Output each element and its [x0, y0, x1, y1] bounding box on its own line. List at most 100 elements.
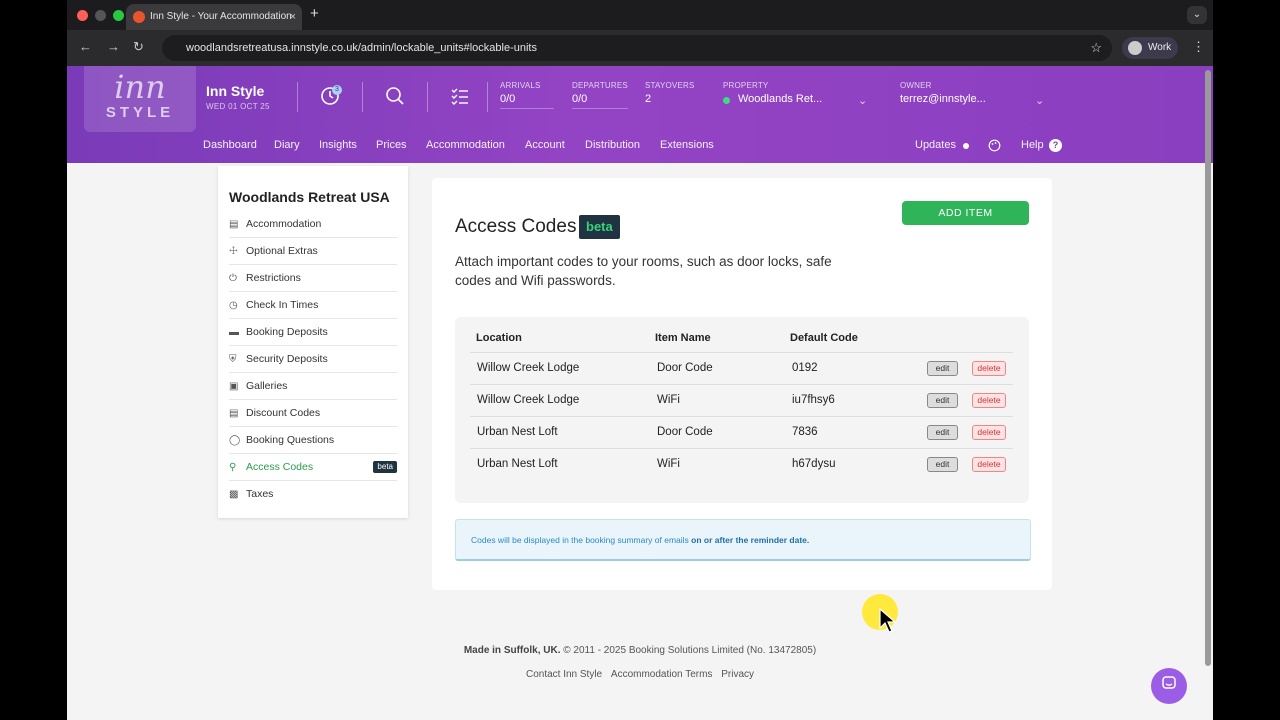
edit-button[interactable]: edit: [927, 361, 958, 376]
bookmark-star-icon[interactable]: ☆: [1090, 35, 1102, 61]
sidebar-item-booking-deposits[interactable]: ▬ Booking Deposits: [229, 319, 397, 346]
divider: [297, 82, 298, 112]
cell-item-name: Door Code: [657, 426, 713, 438]
stayovers-stat[interactable]: STAYOVERS 2: [645, 81, 701, 108]
departures-label: DEPARTURES: [572, 81, 628, 90]
edit-button[interactable]: edit: [927, 393, 958, 408]
sidebar-item-booking-questions[interactable]: ◯ Booking Questions: [229, 427, 397, 454]
nav-dashboard[interactable]: Dashboard: [203, 139, 257, 151]
settings-sidebar: Woodlands Retreat USA ▤ Accommodation ☩ …: [218, 166, 408, 518]
delete-button[interactable]: delete: [972, 457, 1006, 472]
page-title: Access Codes: [455, 216, 577, 237]
access-codes-table: Location Item Name Default Code Willow C…: [455, 317, 1029, 503]
nav-accommodation[interactable]: Accommodation: [426, 139, 505, 151]
delete-button[interactable]: delete: [972, 393, 1006, 408]
nav-diary[interactable]: Diary: [274, 139, 300, 151]
footer-link-contact[interactable]: Contact Inn Style: [526, 669, 602, 680]
sidebar-item-check-in-times[interactable]: ◷ Check In Times: [229, 292, 397, 319]
image-icon: ▣: [229, 381, 239, 392]
address-bar[interactable]: woodlandsretreatusa.innstyle.co.uk/admin…: [162, 35, 1112, 61]
close-window-button[interactable]: [77, 10, 88, 21]
delete-button[interactable]: delete: [972, 361, 1006, 376]
arrivals-label: ARRIVALS: [500, 81, 541, 90]
nav-help[interactable]: Help: [1021, 139, 1044, 151]
cart-icon: ☩: [229, 246, 238, 257]
nav-prices[interactable]: Prices: [376, 139, 407, 151]
nav-extensions[interactable]: Extensions: [660, 139, 714, 151]
sidebar-item-label: Restrictions: [246, 272, 301, 284]
inn-style-logo[interactable]: inn STYLE: [84, 66, 196, 132]
cell-default-code: iu7fhsy6: [792, 394, 835, 406]
updates-dot: [963, 143, 969, 149]
notice-emphasis: on or after the reminder date.: [691, 535, 810, 545]
add-item-button[interactable]: ADD ITEM: [902, 201, 1029, 225]
footer-links: Contact Inn Style Accommodation Terms Pr…: [67, 669, 1213, 680]
cell-location: Urban Nest Loft: [477, 458, 558, 470]
column-header-item-name: Item Name: [655, 332, 711, 344]
sidebar-item-label: Taxes: [246, 488, 274, 500]
nav-updates[interactable]: Updates: [915, 139, 956, 151]
tag-icon: ▤: [229, 408, 239, 419]
current-date: WED 01 OCT 25: [206, 102, 270, 111]
browser-window: Inn Style - Your Accommodation × + ⌄ ← →…: [67, 0, 1213, 720]
back-button[interactable]: ←: [79, 39, 92, 54]
palette-icon[interactable]: [988, 139, 1001, 155]
departures-stat[interactable]: DEPARTURES 0/0: [572, 81, 628, 109]
notice-text: Codes will be displayed in the booking s…: [471, 535, 692, 545]
profile-button[interactable]: Work: [1122, 37, 1178, 59]
cell-item-name: Door Code: [657, 362, 713, 374]
arrivals-value: 0/0: [500, 93, 554, 109]
sidebar-item-discount-codes[interactable]: ▤ Discount Codes: [229, 400, 397, 427]
sidebar-item-security-deposits[interactable]: ⛨ Security Deposits: [229, 346, 397, 373]
sidebar-item-label: Galleries: [246, 380, 288, 392]
notification-badge: 3: [332, 85, 342, 95]
sidebar-item-label: Discount Codes: [246, 407, 321, 419]
edit-button[interactable]: edit: [927, 457, 958, 472]
tab-search-button[interactable]: ⌄: [1187, 6, 1207, 24]
info-notice: Codes will be displayed in the booking s…: [455, 519, 1031, 561]
owner-selector[interactable]: OWNER terrez@innstyle...: [900, 81, 1050, 108]
table-row: Urban Nest Loft Door Code 7836 edit dele…: [470, 416, 1013, 448]
tab-close-icon[interactable]: ×: [290, 4, 296, 30]
sidebar-item-optional-extras[interactable]: ☩ Optional Extras: [229, 238, 397, 265]
sidebar-item-access-codes[interactable]: ⚲ Access Codes beta: [229, 454, 397, 481]
url-text: woodlandsretreatusa.innstyle.co.uk/admin…: [186, 42, 537, 54]
sidebar-item-label: Booking Questions: [246, 434, 335, 446]
clock-icon: ◷: [229, 300, 238, 311]
browser-menu-icon[interactable]: ⋮: [1192, 39, 1205, 55]
nav-account[interactable]: Account: [525, 139, 565, 151]
divider: [487, 82, 488, 112]
footer-copyright: Made in Suffolk, UK. © 2011 - 2025 Booki…: [67, 645, 1213, 656]
card-icon: ▬: [229, 327, 239, 338]
footer-link-terms[interactable]: Accommodation Terms: [611, 669, 713, 680]
edit-button[interactable]: edit: [927, 425, 958, 440]
cell-location: Willow Creek Lodge: [477, 394, 580, 406]
sidebar-item-restrictions[interactable]: ⏻ Restrictions: [229, 265, 397, 292]
browser-tab[interactable]: Inn Style - Your Accommodation ×: [126, 4, 302, 30]
tasks-checklist-icon[interactable]: [450, 86, 470, 111]
property-selector[interactable]: PROPERTY Woodlands Ret...: [723, 81, 873, 108]
help-icon[interactable]: ?: [1049, 139, 1062, 152]
search-icon[interactable]: [385, 86, 405, 111]
delete-button[interactable]: delete: [972, 425, 1006, 440]
page-scrollbar[interactable]: [1205, 70, 1211, 666]
chat-launcher-button[interactable]: [1151, 668, 1187, 704]
cell-default-code: 0192: [792, 362, 818, 374]
nav-insights[interactable]: Insights: [319, 139, 357, 151]
chevron-down-icon[interactable]: ⌄: [1035, 94, 1044, 107]
maximize-window-button[interactable]: [113, 10, 124, 21]
footer-link-privacy[interactable]: Privacy: [721, 669, 754, 680]
sidebar-item-accommodation[interactable]: ▤ Accommodation: [229, 211, 397, 238]
sidebar-title: Woodlands Retreat USA: [229, 189, 390, 205]
sidebar-item-galleries[interactable]: ▣ Galleries: [229, 373, 397, 400]
forward-button[interactable]: →: [107, 39, 120, 54]
page-description: Attach important codes to your rooms, su…: [455, 254, 832, 288]
chevron-down-icon[interactable]: ⌄: [858, 94, 867, 107]
sidebar-item-taxes[interactable]: ▩ Taxes: [229, 481, 397, 508]
nav-distribution[interactable]: Distribution: [585, 139, 640, 151]
new-tab-button[interactable]: +: [310, 5, 319, 22]
reload-button[interactable]: ↻: [133, 39, 144, 55]
minimize-window-button[interactable]: [95, 10, 106, 21]
arrivals-stat[interactable]: ARRIVALS 0/0: [500, 81, 554, 109]
profile-name: Work: [1148, 42, 1172, 53]
